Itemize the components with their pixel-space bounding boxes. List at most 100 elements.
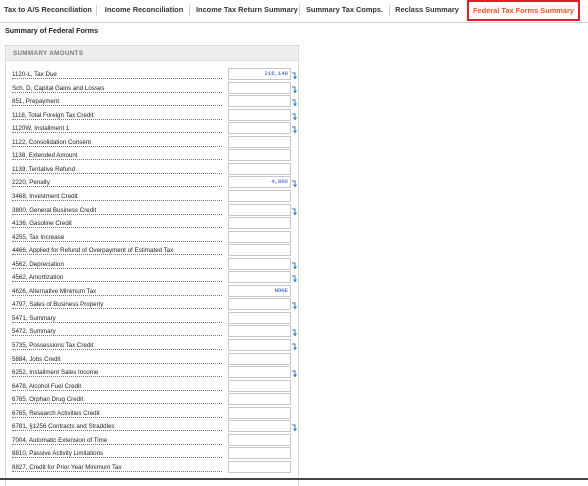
return-arrow-icon[interactable] (291, 113, 297, 121)
row-label-text: 1122, Consolidation Consent (12, 138, 93, 146)
summary-row: 4466, Applied for Refund of Overpayment … (6, 244, 298, 258)
row-label-text: 3468, Investment Credit (12, 192, 79, 200)
summary-row: 8827, Credit for Prior Year Minimum Tax (6, 460, 298, 475)
leader-dots (12, 430, 222, 432)
summary-row: 8810, Passive Activity Limitations (6, 447, 298, 461)
tab-tax-to-as-reconciliation[interactable]: Tax to A/S Reconciliation (4, 0, 92, 21)
return-arrow-icon[interactable] (291, 302, 297, 310)
summary-row: Sch. D, Capital Gains and Losses (6, 81, 298, 96)
row-label: 1122, Consolidation Consent (12, 138, 222, 149)
return-arrow-icon[interactable] (291, 343, 297, 351)
row-label: 1118, Total Foreign Tax Credit (12, 111, 222, 122)
row-label-text: 4797, Sales of Business Property (12, 301, 105, 309)
summary-row: 851, Prepayment (6, 95, 298, 109)
amount-field[interactable] (228, 393, 291, 406)
amount-field[interactable] (228, 379, 291, 392)
summary-row: 4626, Alternative Minimum Tax NONE (6, 284, 298, 299)
return-arrow-icon[interactable] (291, 126, 297, 134)
row-label: 3468, Investment Credit (12, 192, 222, 203)
summary-row: 4136, Gasoline Credit (6, 217, 298, 231)
return-arrow-icon[interactable] (291, 208, 297, 216)
leader-dots (12, 132, 222, 134)
summary-row: 5735, Possessions Tax Credit (6, 339, 298, 353)
leader-dots (12, 457, 222, 459)
amount-field[interactable] (228, 108, 291, 121)
page-title: Summary of Federal Forms (5, 26, 99, 35)
amount-field[interactable] (228, 95, 291, 108)
amount-field[interactable] (228, 149, 291, 162)
amount-field[interactable] (228, 203, 291, 216)
tab-income-tax-return-summary[interactable]: Income Tax Return Summary (196, 0, 298, 21)
amount-field[interactable] (228, 311, 291, 324)
row-label-text: 4136, Gasoline Credit (12, 220, 73, 228)
summary-amounts-panel: SUMMARY AMOUNTS 1120-L, Tax Due 216,148 Sc… (5, 45, 299, 486)
amount-field[interactable]: 216,148 (228, 68, 291, 80)
summary-row: 4797, Sales of Business Property (6, 298, 298, 312)
return-arrow-icon[interactable] (291, 262, 297, 270)
return-arrow-icon[interactable] (291, 424, 297, 432)
return-arrow-icon[interactable] (291, 370, 297, 378)
leader-dots (12, 227, 222, 229)
row-label: 4466, Applied for Refund of Overpayment … (12, 247, 222, 257)
amount-field[interactable] (228, 81, 291, 94)
row-label-text: 1118, Total Foreign Tax Credit (12, 111, 95, 119)
amount-field[interactable] (228, 325, 291, 338)
summary-row: 1139, Tentative Refund (6, 162, 298, 177)
amount-field[interactable] (228, 447, 291, 460)
amount-field[interactable] (228, 230, 291, 243)
row-label: 6252, Installment Sales Income (12, 369, 222, 379)
row-label: 4797, Sales of Business Property (12, 301, 222, 311)
return-arrow-icon[interactable] (291, 275, 297, 283)
row-label-text: 1120W, Installment 1 (12, 125, 71, 133)
row-label: 1138, Extended Amount (12, 152, 222, 162)
summary-row: 4255, Tax Increase (6, 230, 298, 245)
amount-field[interactable] (228, 217, 291, 230)
amount-field[interactable] (228, 162, 291, 175)
leader-dots (12, 308, 222, 310)
tab-federal-tax-forms-summary[interactable]: Federal Tax Forms Summary (467, 0, 580, 21)
return-arrow-icon[interactable] (291, 86, 297, 94)
summary-row: 2220, Penalty 4,806 (6, 176, 298, 190)
amount-field[interactable] (228, 244, 291, 257)
amount-field[interactable] (228, 339, 291, 351)
amount-field[interactable] (228, 460, 291, 473)
row-label-text: 6781, §1256 Contracts and Straddles (12, 423, 116, 431)
amount-field[interactable] (228, 122, 291, 135)
tab-reclass-summary[interactable]: Reclass Summary (394, 0, 460, 21)
row-label: Sch. D, Capital Gains and Losses (12, 84, 222, 95)
tab-income-reconciliation[interactable]: Income Reconciliation (104, 0, 184, 21)
amount-field[interactable]: NONE (228, 284, 291, 297)
amount-field[interactable] (228, 352, 291, 365)
amount-field[interactable]: 4,806 (228, 176, 291, 189)
summary-row: 4562, Depreciation (6, 257, 298, 272)
row-label: 7004, Automatic Extension of Time (12, 436, 222, 447)
summary-row: 7004, Automatic Extension of Time (6, 433, 298, 448)
amount-field[interactable] (228, 433, 291, 446)
return-arrow-icon[interactable] (291, 180, 297, 188)
amount-field[interactable] (228, 135, 291, 148)
summary-row: 1118, Total Foreign Tax Credit (6, 108, 298, 123)
leader-dots (12, 78, 222, 79)
amount-field[interactable] (228, 420, 291, 433)
return-arrow-icon[interactable] (291, 329, 297, 337)
leader-dots (12, 470, 222, 472)
summary-row: 6478, Alcohol Fuel Credit (6, 379, 298, 394)
amount-field[interactable] (228, 257, 291, 270)
row-label-text: 8827, Credit for Prior Year Minimum Tax (12, 463, 123, 471)
row-label-text: 1120-L, Tax Due (12, 71, 58, 78)
leader-dots (12, 186, 222, 188)
summary-row: 1120-L, Tax Due 216,148 (6, 68, 298, 82)
return-arrow-icon[interactable] (291, 72, 297, 80)
row-label: 4562, Depreciation (12, 260, 222, 271)
row-label: 5471, Summary (12, 314, 222, 325)
summary-row: 6765, Orphan Drug Credit (6, 393, 298, 407)
amount-field[interactable] (228, 298, 291, 311)
amount-field[interactable] (228, 406, 291, 419)
amount-field[interactable] (228, 271, 291, 284)
row-label-text: 6765, Research Activities Credit (12, 409, 101, 417)
tab-summary-tax-comps[interactable]: Summary Tax Comps. (306, 0, 383, 21)
amount-field[interactable] (228, 189, 291, 202)
return-arrow-icon[interactable] (291, 99, 297, 107)
amount-field[interactable] (228, 366, 291, 379)
row-label: 4136, Gasoline Credit (12, 220, 222, 230)
